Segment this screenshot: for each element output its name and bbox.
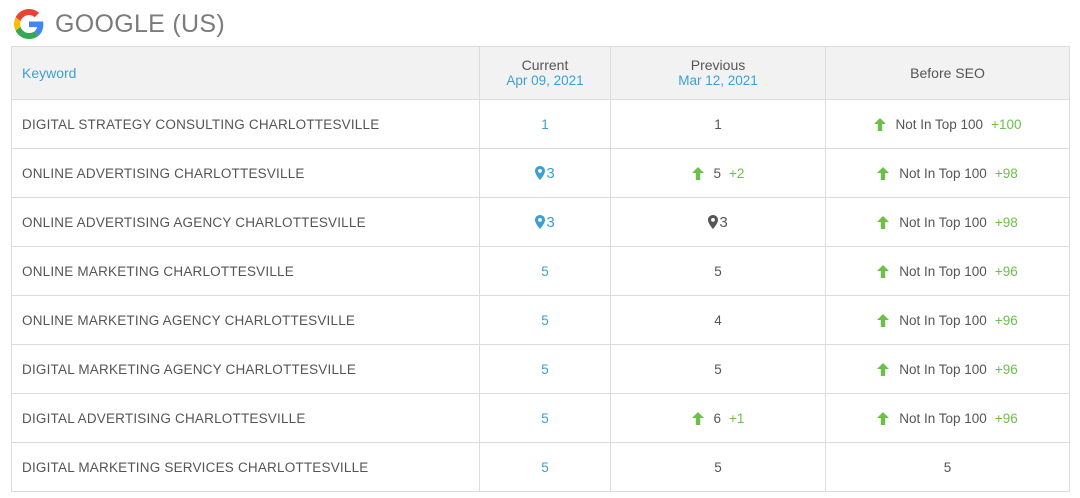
current-rank-cell: 5 (479, 344, 611, 394)
previous-rank: 4 (714, 312, 722, 328)
previous-rank-cell: 5 (610, 246, 826, 296)
before-seo-cell: Not In Top 100 +98 (825, 197, 1070, 247)
current-label: Current (521, 57, 569, 73)
before-seo-cell: Not In Top 100 +100 (825, 99, 1070, 149)
table-row: DIGITAL MARKETING AGENCY CHARLOTTESVILLE… (11, 344, 1070, 394)
before-seo-rank: 5 (943, 459, 952, 475)
previous-rank: 6 (713, 410, 722, 426)
before-change: +100 (991, 116, 1022, 132)
previous-rank: 3 (719, 213, 728, 231)
current-rank-cell: 1 (479, 99, 611, 149)
table-row: ONLINE MARKETING CHARLOTTESVILLE 5 5 Not In… (11, 246, 1070, 296)
current-rank-cell: 5 (479, 295, 611, 345)
before-seo-cell: 5 (825, 442, 1070, 492)
keyword-cell: ONLINE MARKETING AGENCY CHARLOTTESVILLE (11, 295, 480, 345)
arrow-up-icon (877, 264, 890, 278)
before-seo-rank: Not In Top 100 (899, 263, 987, 279)
keyword-cell: DIGITAL MARKETING SERVICES CHARLOTTESVIL… (11, 442, 480, 492)
current-rank: 3 (546, 164, 555, 182)
current-rank: 5 (541, 361, 549, 377)
arrow-up-icon (691, 166, 704, 180)
current-rank-cell: 3 (479, 148, 611, 198)
keyword-cell: ONLINE ADVERTISING AGENCY CHARLOTTESVILL… (11, 197, 480, 247)
before-change: +96 (994, 361, 1018, 377)
previous-rank-cell: 1 (610, 99, 826, 149)
before-seo-cell: Not In Top 100 +96 (825, 295, 1070, 345)
keyword-column-header[interactable]: Keyword (11, 46, 480, 100)
table-row: ONLINE MARKETING AGENCY CHARLOTTESVILLE 5… (11, 295, 1070, 345)
table-row: DIGITAL STRATEGY CONSULTING CHARLOTTESVI… (11, 99, 1070, 149)
previous-change: +2 (729, 165, 745, 181)
previous-date: Mar 12, 2021 (678, 73, 758, 88)
before-seo-rank: Not In Top 100 (899, 214, 987, 230)
keyword-cell: DIGITAL ADVERTISING CHARLOTTESVILLE (11, 393, 480, 443)
before-seo-cell: Not In Top 100 +98 (825, 148, 1070, 198)
before-change: +98 (994, 214, 1018, 230)
table-row: ONLINE ADVERTISING AGENCY CHARLOTTESVILL… (11, 197, 1070, 247)
previous-rank: 5 (714, 263, 722, 279)
before-seo-cell: Not In Top 100 +96 (825, 344, 1070, 394)
arrow-up-icon (877, 362, 890, 376)
table-row: ONLINE ADVERTISING CHARLOTTESVILLE 3 5 +2 No… (11, 148, 1070, 198)
keyword-cell: ONLINE MARKETING CHARLOTTESVILLE (11, 246, 480, 296)
previous-label: Previous (690, 57, 746, 73)
map-pin-icon (535, 165, 546, 180)
google-logo-icon (14, 9, 44, 39)
current-rank: 5 (541, 312, 549, 328)
before-seo-column-header[interactable]: Before SEO (825, 46, 1070, 100)
previous-rank-cell: 3 (610, 197, 826, 247)
report-header: GOOGLE (US) (14, 8, 225, 40)
before-seo-rank: Not In Top 100 (899, 410, 987, 426)
map-pin-icon (535, 214, 546, 229)
before-change: +96 (994, 410, 1018, 426)
current-date: Apr 09, 2021 (506, 73, 584, 88)
keyword-cell: DIGITAL MARKETING AGENCY CHARLOTTESVILLE (11, 344, 480, 394)
arrow-up-icon (877, 313, 890, 327)
before-seo-rank: Not In Top 100 (899, 165, 987, 181)
current-rank: 5 (541, 263, 549, 279)
previous-rank-cell: 4 (610, 295, 826, 345)
table-row: DIGITAL MARKETING SERVICES CHARLOTTESVIL… (11, 442, 1070, 492)
current-rank-cell: 5 (479, 246, 611, 296)
search-engine-title: GOOGLE (US) (55, 9, 225, 38)
previous-rank-cell: 5 (610, 344, 826, 394)
current-rank-cell: 5 (479, 393, 611, 443)
previous-rank: 5 (714, 459, 722, 475)
previous-rank-cell: 5 (610, 442, 826, 492)
previous-rank: 5 (714, 361, 722, 377)
keyword-cell: ONLINE ADVERTISING CHARLOTTESVILLE (11, 148, 480, 198)
current-rank: 5 (541, 459, 549, 475)
current-rank: 1 (541, 116, 549, 132)
arrow-up-icon (877, 166, 890, 180)
arrow-up-icon (877, 215, 890, 229)
arrow-up-icon (877, 411, 890, 425)
map-pin-icon (708, 214, 719, 229)
before-change: +96 (994, 263, 1018, 279)
arrow-up-icon (873, 117, 886, 131)
current-rank-cell: 3 (479, 197, 611, 247)
table-row: DIGITAL ADVERTISING CHARLOTTESVILLE 5 6 +1 N… (11, 393, 1070, 443)
before-seo-cell: Not In Top 100 +96 (825, 246, 1070, 296)
before-seo-rank: Not In Top 100 (899, 361, 987, 377)
before-seo-rank: Not In Top 100 (895, 116, 984, 132)
previous-column-header[interactable]: Previous Mar 12, 2021 (610, 46, 826, 100)
previous-rank: 5 (713, 165, 722, 181)
current-rank: 3 (546, 213, 555, 231)
current-column-header[interactable]: Current Apr 09, 2021 (479, 46, 611, 100)
previous-rank-cell: 5 +2 (610, 148, 826, 198)
before-seo-rank: Not In Top 100 (899, 312, 987, 328)
current-rank: 5 (541, 410, 549, 426)
current-rank-cell: 5 (479, 442, 611, 492)
before-seo-cell: Not In Top 100 +96 (825, 393, 1070, 443)
table-header-row: Keyword Current Apr 09, 2021 Previous Ma… (11, 46, 1070, 100)
previous-rank-cell: 6 +1 (610, 393, 826, 443)
arrow-up-icon (691, 411, 704, 425)
before-change: +96 (994, 312, 1018, 328)
keyword-cell: DIGITAL STRATEGY CONSULTING CHARLOTTESVI… (11, 99, 480, 149)
previous-rank: 1 (714, 116, 722, 132)
ranking-table: Keyword Current Apr 09, 2021 Previous Ma… (11, 46, 1070, 492)
before-change: +98 (994, 165, 1018, 181)
previous-change: +1 (729, 410, 745, 426)
